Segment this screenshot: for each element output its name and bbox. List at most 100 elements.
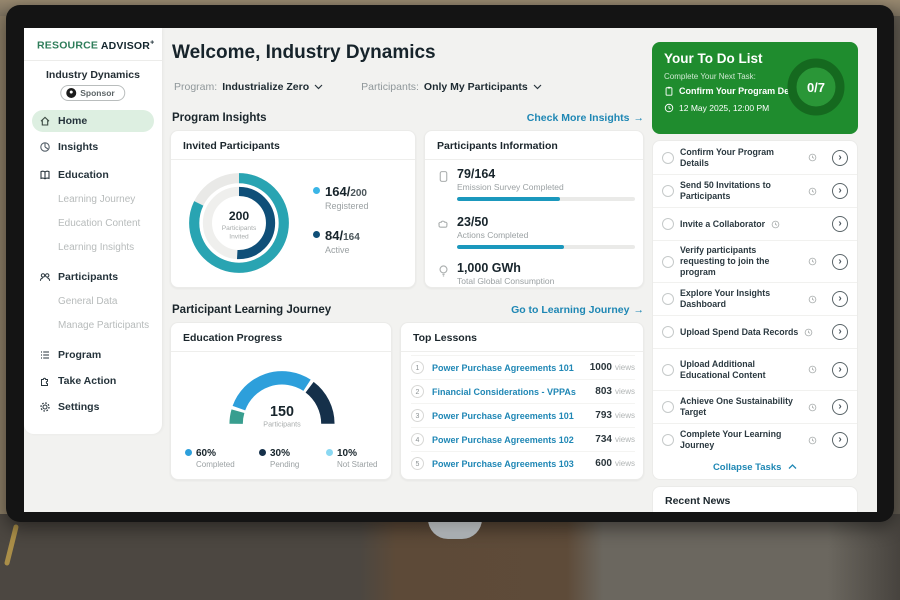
arrow-right-icon: →: [634, 112, 645, 124]
task-open-button[interactable]: ›: [832, 324, 848, 340]
section-title-program-insights: Program Insights: [172, 112, 267, 124]
task-checkbox[interactable]: [662, 401, 674, 413]
home-icon: [39, 115, 51, 127]
sidebar-item-education[interactable]: Education: [32, 164, 154, 186]
top-lessons-card: Top Lessons 1 Power Purchase Agreements …: [400, 322, 644, 480]
task-row[interactable]: Upload Spend Data Records ›: [653, 315, 857, 348]
task-row[interactable]: Confirm Your Program Details ›: [653, 141, 857, 174]
invited-participants-card: Invited Participants 200 Participants In…: [170, 130, 416, 288]
task-open-button[interactable]: ›: [832, 183, 848, 199]
metric-actions-completed: 23/50 Actions Completed: [435, 215, 635, 249]
todo-subtitle: Complete Your Next Task:: [664, 72, 756, 81]
task-open-button[interactable]: ›: [832, 150, 848, 166]
go-to-learning-journey-link[interactable]: Go to Learning Journey→: [464, 304, 644, 316]
program-value: Industrialize Zero: [222, 81, 309, 93]
puzzle-icon: [39, 375, 51, 387]
book-icon: [39, 169, 51, 181]
card-title: Participants Information: [437, 140, 558, 152]
clock-icon: [808, 403, 817, 412]
sidebar-item-manage-participants[interactable]: Manage Participants: [58, 316, 158, 334]
task-open-button[interactable]: ›: [832, 291, 848, 307]
task-checkbox[interactable]: [662, 185, 674, 197]
sidebar-item-learning-journey[interactable]: Learning Journey: [58, 190, 158, 208]
divider: [24, 60, 162, 61]
program-dropdown[interactable]: Program: Industrialize Zero: [174, 81, 323, 93]
section-title-learning-journey: Participant Learning Journey: [172, 304, 331, 316]
education-progress-card: Education Progress 150 Participants 60% …: [170, 322, 392, 480]
task-row[interactable]: Complete Your Learning Journey ›: [653, 423, 857, 456]
actions-icon: [437, 218, 450, 231]
sidebar-item-label: Home: [58, 115, 87, 127]
task-row[interactable]: Explore Your Insights Dashboard ›: [653, 282, 857, 315]
task-open-button[interactable]: ›: [832, 254, 848, 270]
clipboard-icon: [664, 86, 674, 96]
sidebar-item-insights[interactable]: Insights: [32, 136, 154, 158]
sponsor-badge[interactable]: ● Sponsor: [60, 85, 125, 101]
gear-icon: [39, 401, 51, 413]
lesson-rank: 3: [411, 409, 424, 422]
task-checkbox[interactable]: [662, 364, 674, 376]
lesson-views: 793views: [595, 410, 635, 421]
clock-icon: [808, 436, 817, 445]
task-checkbox[interactable]: [662, 293, 674, 305]
education-progress-gauge-chart: 150 Participants: [207, 355, 357, 441]
svg-text:0/7: 0/7: [807, 80, 825, 95]
task-open-button[interactable]: ›: [832, 432, 848, 448]
lesson-link[interactable]: Power Purchase Agreements 102: [432, 435, 574, 445]
brand-primary: RESOURCE: [37, 40, 98, 52]
task-open-button[interactable]: ›: [832, 362, 848, 378]
lesson-row: 1 Power Purchase Agreements 101 1000view…: [411, 355, 635, 379]
survey-icon: [437, 170, 450, 183]
sidebar-item-settings[interactable]: Settings: [32, 396, 154, 418]
svg-text:200: 200: [229, 209, 250, 223]
task-open-button[interactable]: ›: [832, 216, 848, 232]
sidebar-item-home[interactable]: Home: [32, 110, 154, 132]
check-more-insights-link[interactable]: Check More Insights→: [464, 112, 644, 124]
sidebar-item-label: Program: [58, 349, 101, 361]
sidebar-item-participants[interactable]: Participants: [32, 266, 154, 288]
task-checkbox[interactable]: [662, 152, 674, 164]
task-checkbox[interactable]: [662, 256, 674, 268]
task-row[interactable]: Verify participants requesting to join t…: [653, 240, 857, 282]
card-title: Education Progress: [183, 332, 282, 344]
dashboard-screen: RESOURCE ADVISOR+ Industry Dynamics ● Sp…: [24, 28, 877, 512]
lesson-link[interactable]: Power Purchase Agreements 101: [432, 363, 574, 373]
participants-dropdown[interactable]: Participants: Only My Participants: [361, 81, 542, 93]
progress-bar: [457, 197, 635, 201]
brand-logo: RESOURCE ADVISOR+: [37, 39, 154, 52]
todo-summary-card: Your To Do List Complete Your Next Task:…: [652, 42, 858, 134]
task-row[interactable]: Achieve One Sustainability Target ›: [653, 390, 857, 423]
legend-dot: [185, 449, 192, 456]
lesson-link[interactable]: Power Purchase Agreements 103: [432, 459, 574, 469]
task-label: Achieve One Sustainability Target: [680, 396, 802, 418]
todo-due-date: 12 May 2025, 12:00 PM: [664, 103, 769, 113]
sidebar-item-program[interactable]: Program: [32, 344, 154, 366]
sidebar-item-learning-insights[interactable]: Learning Insights: [58, 238, 158, 256]
sidebar-item-take-action[interactable]: Take Action: [32, 370, 154, 392]
invited-participants-donut-chart: 200 Participants Invited: [183, 167, 295, 279]
sponsor-icon: ●: [66, 88, 76, 98]
gauge-legend-completed: 60% Completed: [185, 448, 235, 469]
metric-emission-survey: 79/164 Emission Survey Completed: [435, 167, 635, 201]
task-checkbox[interactable]: [662, 326, 674, 338]
sidebar-item-label: Education: [58, 169, 109, 181]
task-checkbox[interactable]: [662, 434, 674, 446]
metric-total-consumption: 1,000 GWh Total Global Consumption: [435, 261, 635, 286]
lesson-views: 600views: [595, 458, 635, 469]
task-row[interactable]: Send 50 Invitations to Participants ›: [653, 174, 857, 207]
lesson-link[interactable]: Power Purchase Agreements 101: [432, 411, 574, 421]
task-label: Explore Your Insights Dashboard: [680, 288, 802, 310]
task-row[interactable]: Upload Additional Educational Content ›: [653, 348, 857, 390]
legend-dot: [313, 187, 320, 194]
insights-icon: [39, 141, 51, 153]
task-row[interactable]: Invite a Collaborator ›: [653, 207, 857, 240]
sidebar-item-education-content[interactable]: Education Content: [58, 214, 158, 232]
task-open-button[interactable]: ›: [832, 399, 848, 415]
clock-icon: [808, 365, 817, 374]
task-checkbox[interactable]: [662, 218, 674, 230]
gauge-legend-pending: 30% Pending: [259, 448, 299, 469]
sidebar-item-label: Insights: [58, 141, 98, 153]
sidebar-item-general-data[interactable]: General Data: [58, 292, 158, 310]
collapse-tasks-link[interactable]: Collapse Tasks: [653, 456, 857, 479]
lesson-link[interactable]: Financial Considerations - VPPAs: [432, 387, 576, 397]
